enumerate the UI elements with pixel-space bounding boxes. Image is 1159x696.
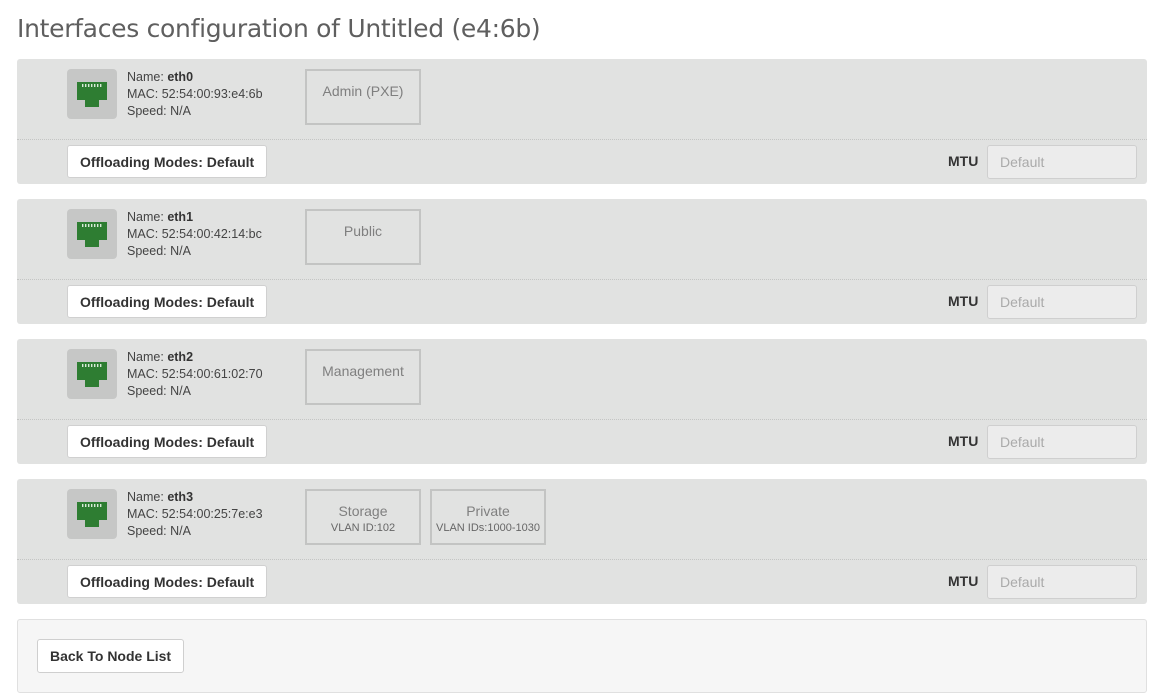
- mtu-input[interactable]: [987, 285, 1137, 319]
- panel-divider: [17, 559, 1147, 560]
- interface-mac-row: MAC: 52:54:00:61:02:70: [127, 366, 263, 383]
- interface-name: eth3: [167, 490, 194, 504]
- offloading-modes-button[interactable]: Offloading Modes: Default: [67, 285, 268, 318]
- interface-name: eth2: [167, 350, 194, 364]
- interface-name-row: Name: eth0: [127, 69, 263, 86]
- speed-label: Speed:: [127, 104, 167, 118]
- name-label: Name:: [127, 350, 164, 364]
- network-name: Private: [466, 503, 510, 519]
- network-name: Public: [343, 223, 383, 239]
- interface-name: eth0: [167, 70, 194, 84]
- panel-divider: [17, 419, 1147, 420]
- offloading-modes-button[interactable]: Offloading Modes: Default: [67, 425, 268, 458]
- interface-speed-row: Speed: N/A: [127, 523, 263, 540]
- interface-name-row: Name: eth2: [127, 349, 263, 366]
- interface-speed-row: Speed: N/A: [127, 243, 262, 260]
- network-name: Storage: [338, 503, 388, 519]
- interface-speed-row: Speed: N/A: [127, 103, 263, 120]
- mtu-input[interactable]: [987, 425, 1137, 459]
- interface-speed-row: Speed: N/A: [127, 383, 263, 400]
- interface-mac-row: MAC: 52:54:00:42:14:bc: [127, 226, 262, 243]
- ethernet-port-icon[interactable]: [67, 209, 117, 259]
- ethernet-port-icon-graphic: [77, 222, 107, 247]
- interface-panel: Name: eth0 MAC: 52:54:00:93:e4:6b Speed:…: [17, 59, 1147, 184]
- panel-divider: [17, 139, 1147, 140]
- ethernet-port-icon-graphic: [77, 502, 107, 527]
- interface-mac-row: MAC: 52:54:00:25:7e:e3: [127, 506, 263, 523]
- network-vlan: VLAN IDs:1000-1030: [436, 522, 540, 534]
- network-block[interactable]: Public: [305, 209, 421, 265]
- interface-mac: 52:54:00:42:14:bc: [161, 227, 262, 241]
- interface-info: Name: eth3 MAC: 52:54:00:25:7e:e3 Speed:…: [127, 489, 263, 540]
- interface-speed: N/A: [170, 524, 191, 538]
- name-label: Name:: [127, 70, 164, 84]
- network-block[interactable]: Private VLAN IDs:1000-1030: [430, 489, 546, 545]
- offloading-modes-button[interactable]: Offloading Modes: Default: [67, 145, 268, 178]
- interface-header: Name: eth1 MAC: 52:54:00:42:14:bc Speed:…: [17, 199, 1147, 279]
- name-label: Name:: [127, 490, 164, 504]
- network-name: Admin (PXE): [322, 83, 404, 99]
- ethernet-port-icon[interactable]: [67, 349, 117, 399]
- offloading-modes-button[interactable]: Offloading Modes: Default: [67, 565, 268, 598]
- speed-label: Speed:: [127, 384, 167, 398]
- interface-mac: 52:54:00:93:e4:6b: [161, 87, 263, 101]
- network-block[interactable]: Storage VLAN ID:102: [305, 489, 421, 545]
- page-title: Interfaces configuration of Untitled (e4…: [17, 14, 541, 43]
- ethernet-port-icon-graphic: [77, 82, 107, 107]
- interface-header: Name: eth3 MAC: 52:54:00:25:7e:e3 Speed:…: [17, 479, 1147, 559]
- interface-header: Name: eth2 MAC: 52:54:00:61:02:70 Speed:…: [17, 339, 1147, 419]
- interface-mac: 52:54:00:25:7e:e3: [161, 507, 263, 521]
- mtu-label: MTU: [948, 573, 979, 589]
- mtu-input[interactable]: [987, 145, 1137, 179]
- interface-info: Name: eth1 MAC: 52:54:00:42:14:bc Speed:…: [127, 209, 262, 260]
- mac-label: MAC:: [127, 507, 159, 521]
- network-block[interactable]: Admin (PXE): [305, 69, 421, 125]
- page-footer: Back To Node List: [17, 619, 1147, 693]
- interface-speed: N/A: [170, 104, 191, 118]
- interface-panel: Name: eth1 MAC: 52:54:00:42:14:bc Speed:…: [17, 199, 1147, 324]
- ethernet-port-icon-graphic: [77, 362, 107, 387]
- interface-info: Name: eth2 MAC: 52:54:00:61:02:70 Speed:…: [127, 349, 263, 400]
- interface-name-row: Name: eth3: [127, 489, 263, 506]
- name-label: Name:: [127, 210, 164, 224]
- panel-divider: [17, 279, 1147, 280]
- interface-panel: Name: eth2 MAC: 52:54:00:61:02:70 Speed:…: [17, 339, 1147, 464]
- mac-label: MAC:: [127, 227, 159, 241]
- mtu-label: MTU: [948, 293, 979, 309]
- mac-label: MAC:: [127, 367, 159, 381]
- network-name: Management: [322, 363, 404, 379]
- interface-name-row: Name: eth1: [127, 209, 262, 226]
- speed-label: Speed:: [127, 524, 167, 538]
- network-vlan: VLAN ID:102: [330, 522, 396, 534]
- ethernet-port-icon[interactable]: [67, 69, 117, 119]
- interface-speed: N/A: [170, 384, 191, 398]
- interface-name: eth1: [167, 210, 194, 224]
- interface-speed: N/A: [170, 244, 191, 258]
- interface-mac-row: MAC: 52:54:00:93:e4:6b: [127, 86, 263, 103]
- interface-header: Name: eth0 MAC: 52:54:00:93:e4:6b Speed:…: [17, 59, 1147, 139]
- interface-panel: Name: eth3 MAC: 52:54:00:25:7e:e3 Speed:…: [17, 479, 1147, 604]
- interface-info: Name: eth0 MAC: 52:54:00:93:e4:6b Speed:…: [127, 69, 263, 120]
- network-block[interactable]: Management: [305, 349, 421, 405]
- mac-label: MAC:: [127, 87, 159, 101]
- ethernet-port-icon[interactable]: [67, 489, 117, 539]
- mtu-label: MTU: [948, 433, 979, 449]
- interface-mac: 52:54:00:61:02:70: [161, 367, 263, 381]
- mtu-input[interactable]: [987, 565, 1137, 599]
- mtu-label: MTU: [948, 153, 979, 169]
- back-to-node-list-button[interactable]: Back To Node List: [37, 639, 185, 673]
- speed-label: Speed:: [127, 244, 167, 258]
